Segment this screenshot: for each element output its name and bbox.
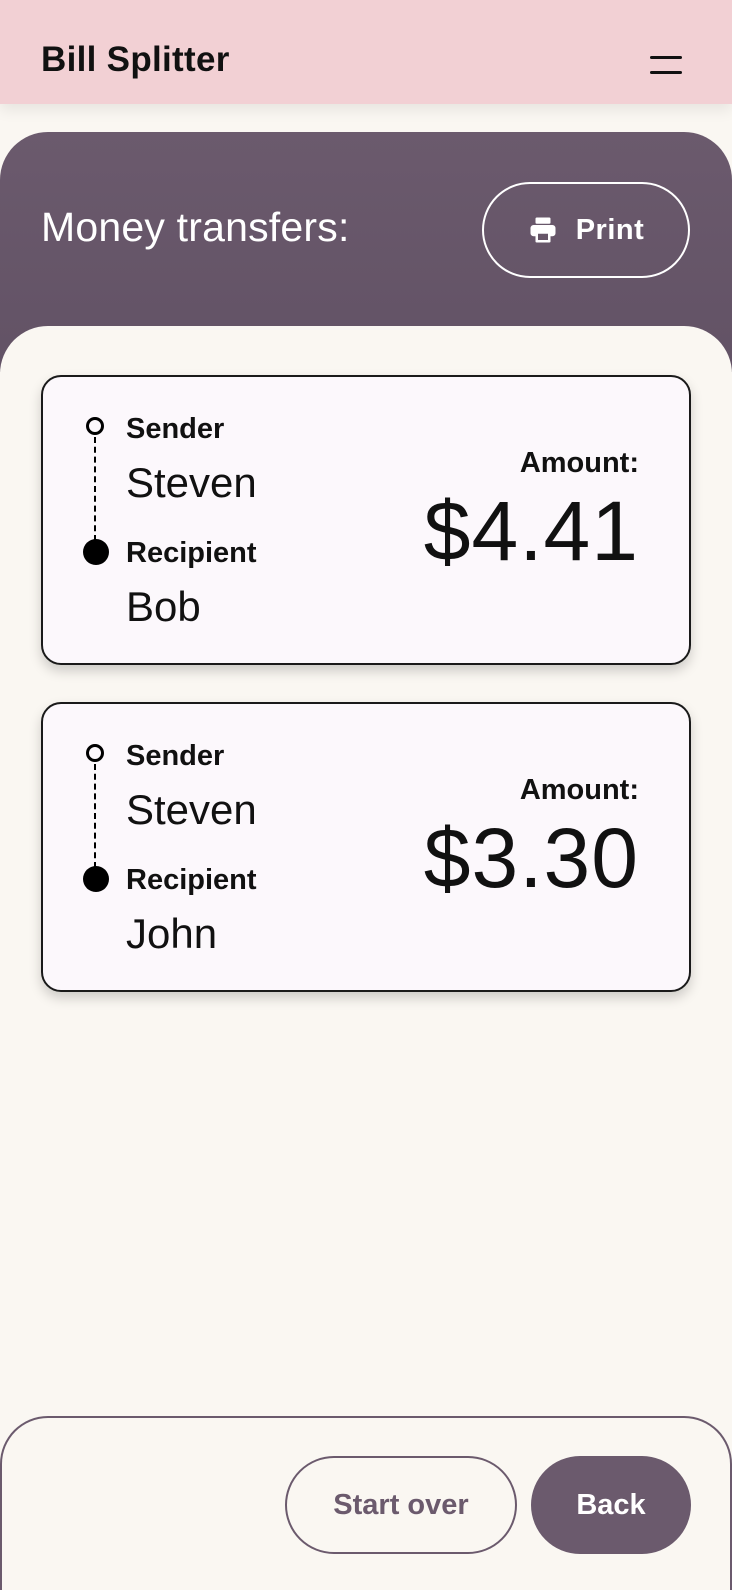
print-label: Print [575,213,645,246]
sender-label: Sender [126,740,225,772]
sender-label: Sender [126,413,225,445]
recipient-dot-icon [83,866,109,892]
transfer-card: Sender Steven Recipient Bob Amount: $4.4… [41,375,691,665]
recipient-label: Recipient [126,537,257,569]
printer-icon [528,215,558,245]
amount-label: Amount: [519,447,639,479]
sender-name: Steven [126,786,257,833]
transfers-list: Sender Steven Recipient Bob Amount: $4.4… [0,326,732,1416]
amount-value: $4.41 [423,484,639,578]
start-over-button[interactable]: Start over [285,1456,517,1554]
app-title: Bill Splitter [41,40,230,79]
menu-button[interactable] [646,50,686,82]
sender-dot-icon [86,417,104,435]
recipient-label: Recipient [126,864,257,896]
recipient-name: Bob [126,583,201,630]
back-button[interactable]: Back [531,1456,691,1554]
section-title: Money transfers: [41,204,350,250]
amount-label: Amount: [519,774,639,806]
recipient-dot-icon [83,539,109,565]
sender-dot-icon [86,744,104,762]
transfer-timeline [83,744,111,894]
transfer-timeline [83,417,111,567]
sender-name: Steven [126,459,257,506]
amount-value: $3.30 [423,811,639,905]
print-button[interactable]: Print [482,182,690,278]
app-bar: Bill Splitter [0,0,732,104]
bottom-action-bar: Start over Back [0,1416,732,1590]
transfer-card: Sender Steven Recipient John Amount: $3.… [41,702,691,992]
recipient-name: John [126,910,218,957]
